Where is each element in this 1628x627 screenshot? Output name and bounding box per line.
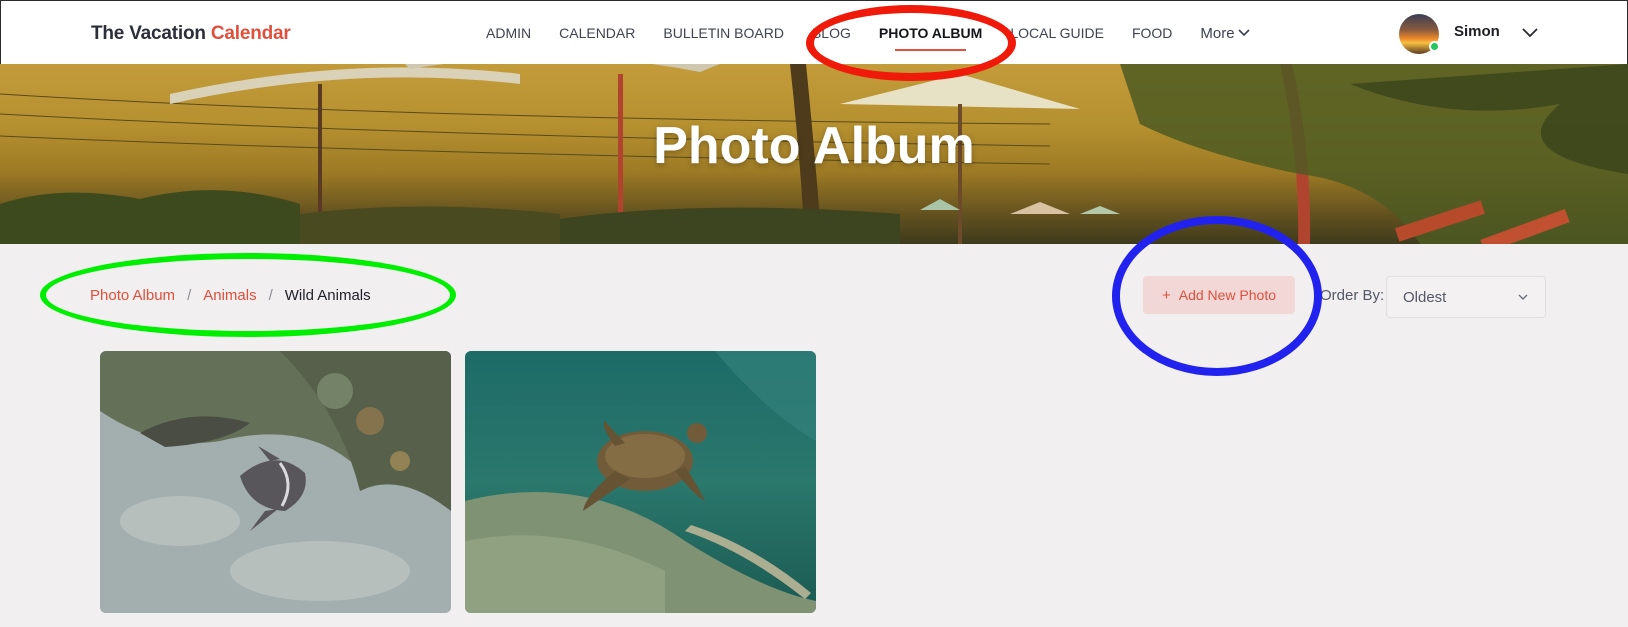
brand-primary: The Vacation [91,23,206,44]
top-navbar: The Vacation Calendar ADMIN CALENDAR BUL… [0,0,1628,64]
chevron-down-icon [1518,294,1528,300]
angelfish-reef-photo [100,351,451,613]
online-status-indicator [1429,41,1440,52]
order-by-value: Oldest [1403,288,1447,306]
breadcrumb-separator: / [268,287,273,304]
nav-calendar[interactable]: CALENDAR [559,19,635,47]
nav-bulletin-board[interactable]: BULLETIN BOARD [663,19,784,47]
breadcrumb-current: Wild Animals [284,287,371,304]
page-title: Photo Album [653,117,975,175]
nav-admin[interactable]: ADMIN [486,19,531,47]
order-by-select[interactable]: Oldest [1386,276,1546,318]
nav-more[interactable]: More [1200,25,1250,42]
breadcrumb: Photo Album / Animals / Wild Animals [90,287,371,304]
photo-card-angelfish[interactable] [100,351,451,613]
add-new-photo-label: Add New Photo [1178,287,1277,303]
add-new-photo-button[interactable]: + Add New Photo [1143,276,1295,314]
breadcrumb-photo-album[interactable]: Photo Album [90,287,175,304]
plus-icon: + [1161,286,1171,304]
breadcrumb-separator: / [187,287,192,304]
avatar[interactable] [1399,14,1440,54]
brand-accent: Calendar [210,23,291,44]
nav-food[interactable]: FOOD [1132,19,1172,47]
chevron-down-icon[interactable] [1521,25,1539,39]
main-nav: ADMIN CALENDAR BULLETIN BOARD BLOG PHOTO… [486,1,1251,65]
nav-photo-album[interactable]: PHOTO ALBUM [879,19,982,51]
breadcrumb-animals[interactable]: Animals [203,287,256,304]
photo-card-sea-turtle[interactable] [465,351,816,613]
nav-local-guide[interactable]: LOCAL GUIDE [1010,19,1104,47]
order-by-label: Order By: [1320,287,1385,304]
nav-blog[interactable]: BLOG [812,19,851,47]
chevron-down-icon [1238,29,1250,37]
nav-more-label: More [1200,24,1235,42]
user-name[interactable]: Simon [1454,23,1500,40]
hero-banner: Photo Album [0,64,1628,244]
sea-turtle-photo [465,351,816,613]
brand-logo[interactable]: The Vacation Calendar [91,23,291,45]
